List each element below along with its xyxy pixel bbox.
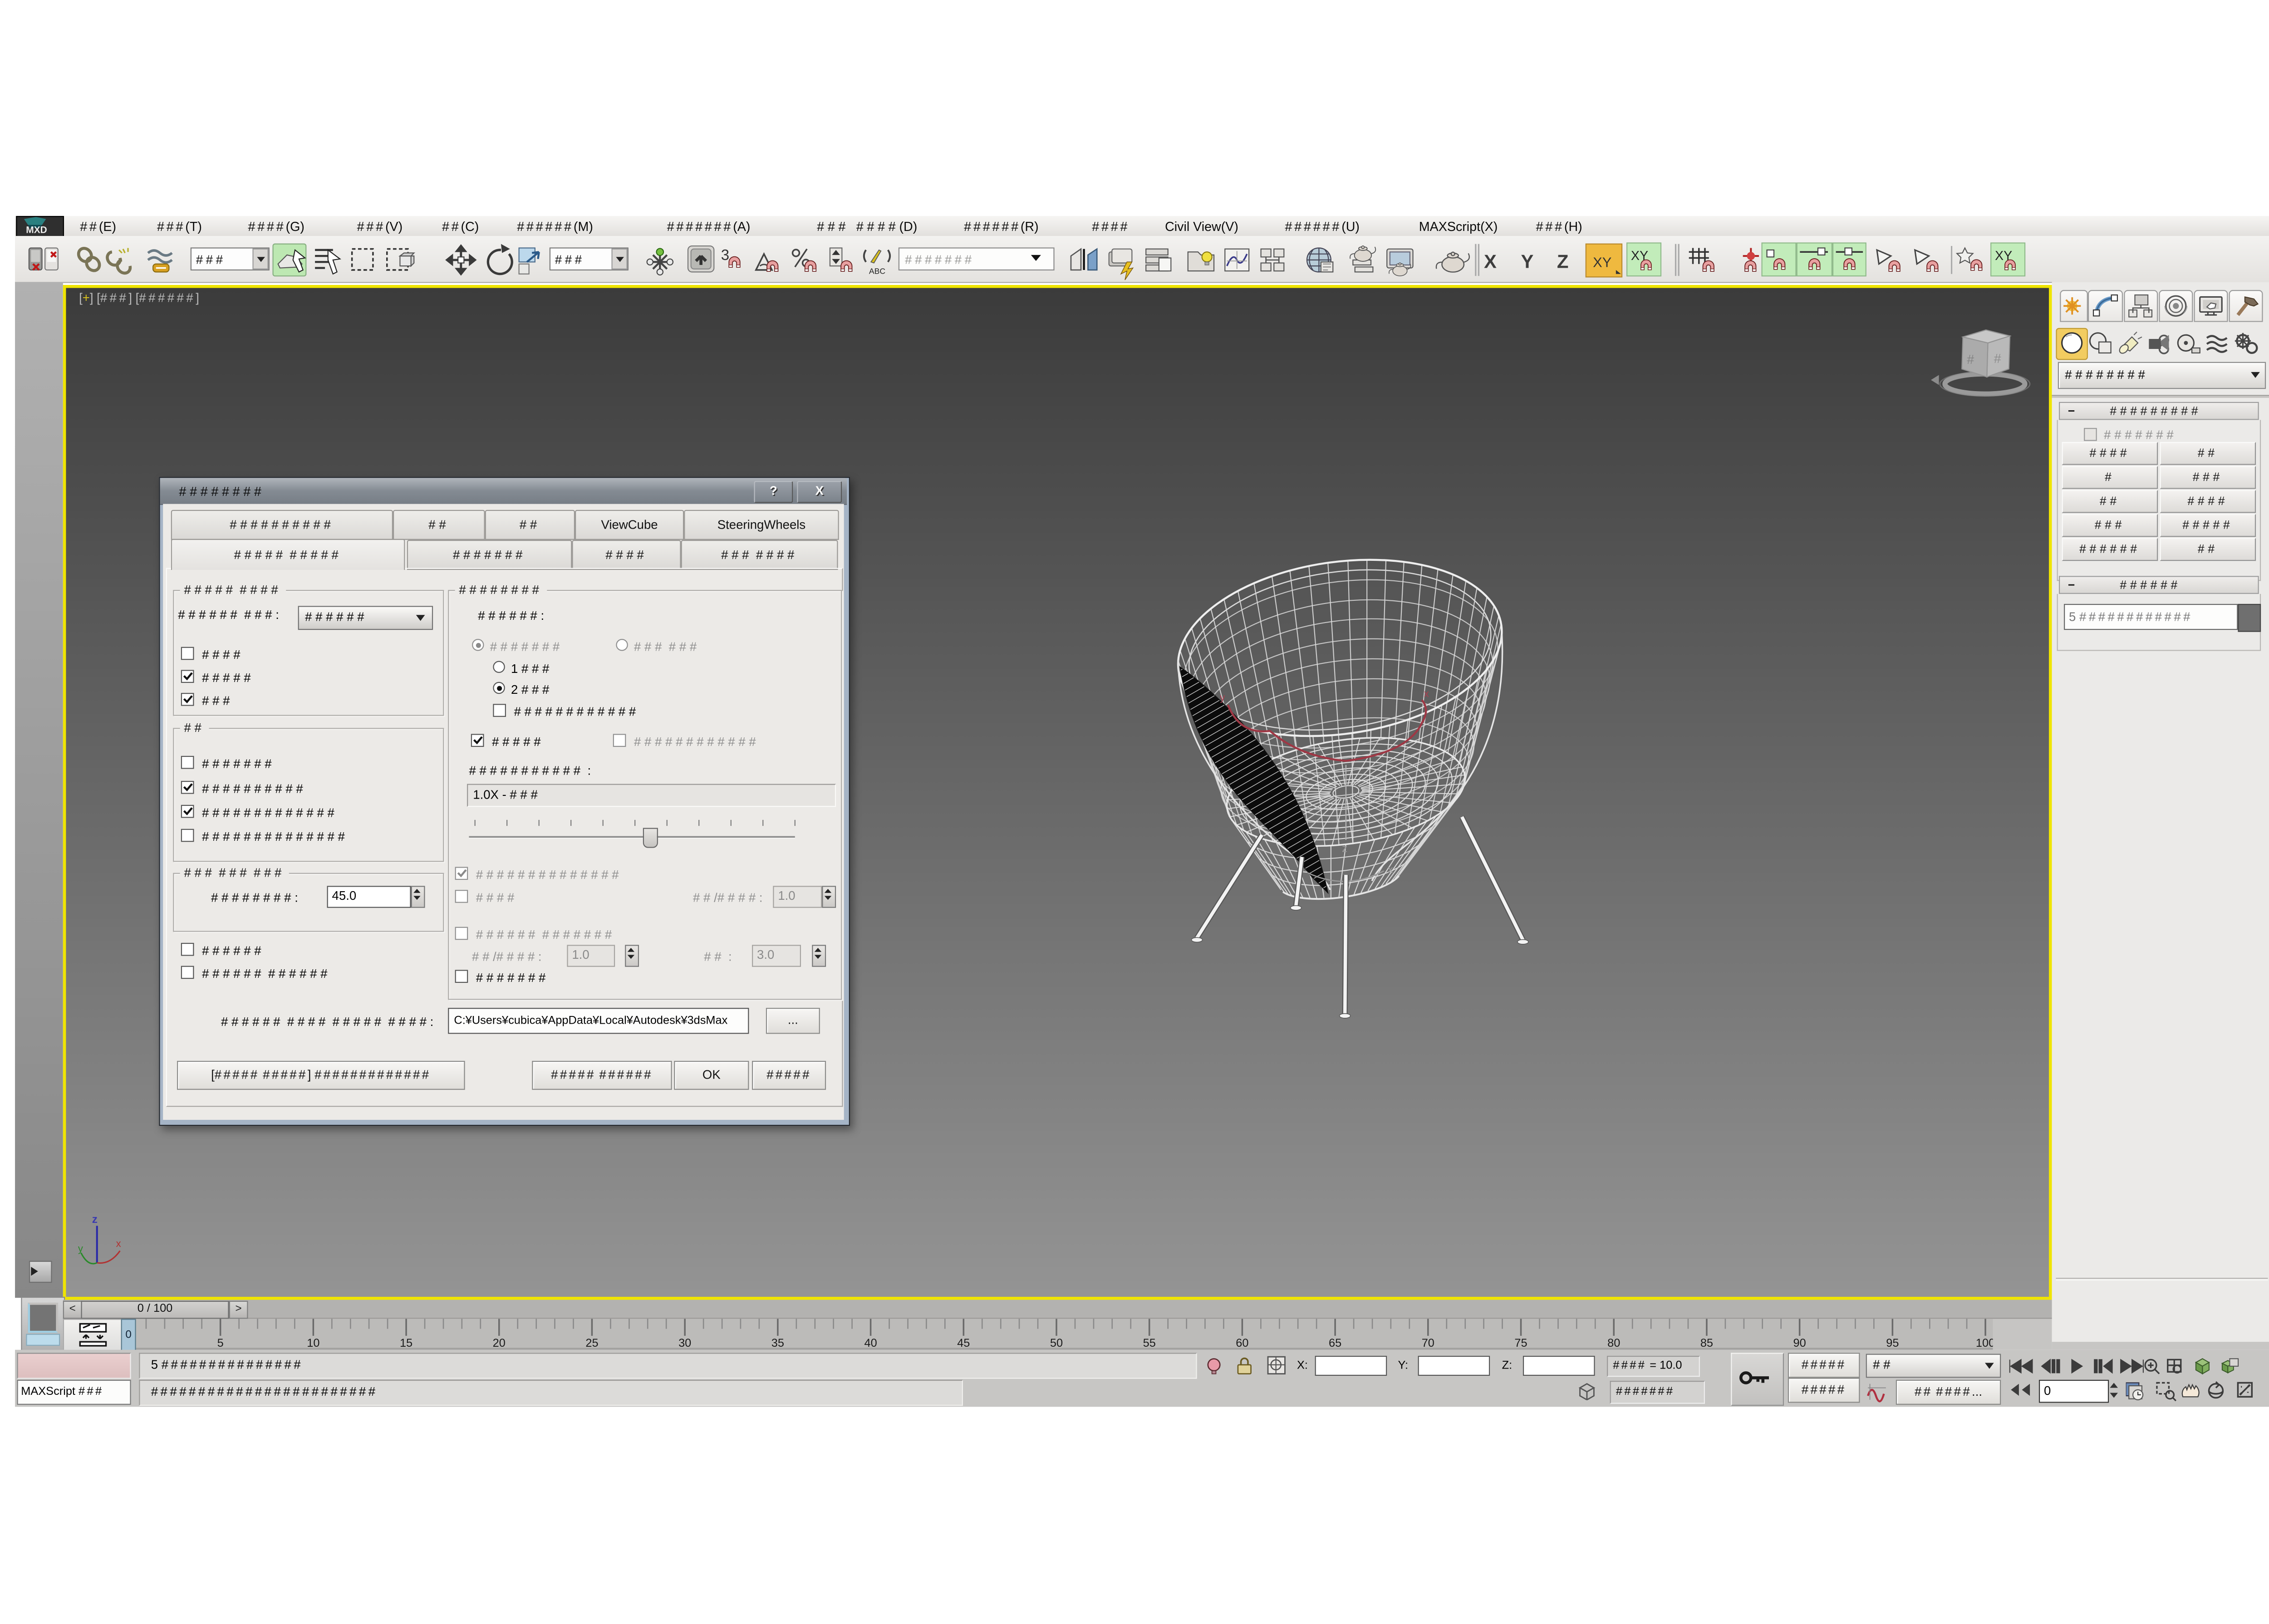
svg-text:z: z — [1342, 842, 1347, 854]
svg-text:###: ### — [555, 253, 585, 267]
svg-text:75: 75 — [1514, 1337, 1527, 1349]
svg-text:x: x — [116, 1238, 121, 1249]
svg-text:60: 60 — [1236, 1337, 1248, 1349]
svg-text:x: x — [1424, 688, 1429, 699]
svg-text:y: y — [78, 1243, 83, 1254]
svg-text:70: 70 — [1422, 1337, 1434, 1349]
svg-text:3: 3 — [721, 247, 729, 264]
svg-text:10: 10 — [307, 1337, 319, 1349]
svg-text:25: 25 — [585, 1337, 598, 1349]
svg-text:Z: Z — [1557, 251, 1569, 272]
svg-text:15: 15 — [400, 1337, 413, 1349]
svg-text:5: 5 — [217, 1337, 224, 1349]
svg-text:x: x — [1388, 864, 1393, 875]
svg-text:50: 50 — [1050, 1337, 1063, 1349]
svg-text:XY: XY — [1593, 254, 1611, 270]
svg-text:X: X — [1484, 251, 1497, 272]
svg-text:Y: Y — [1521, 251, 1534, 272]
svg-text:45: 45 — [957, 1337, 970, 1349]
svg-text:40: 40 — [864, 1337, 877, 1349]
svg-text:90: 90 — [1793, 1337, 1806, 1349]
svg-text:###: ### — [196, 253, 226, 267]
svg-text:100: 100 — [1976, 1337, 1993, 1349]
svg-text:#: # — [1994, 352, 2001, 366]
svg-text:20: 20 — [493, 1337, 506, 1349]
svg-text:ABC: ABC — [869, 267, 885, 276]
svg-text:55: 55 — [1143, 1337, 1156, 1349]
svg-text:80: 80 — [1607, 1337, 1620, 1349]
svg-text:35: 35 — [771, 1337, 784, 1349]
svg-text:y: y — [1220, 692, 1225, 703]
svg-text:#######: ####### — [905, 253, 974, 267]
svg-text:MXD: MXD — [26, 225, 47, 235]
svg-text:#: # — [1967, 353, 1974, 367]
svg-text:95: 95 — [1886, 1337, 1899, 1349]
svg-text:z: z — [92, 1213, 98, 1226]
svg-text:85: 85 — [1700, 1337, 1713, 1349]
svg-text:30: 30 — [678, 1337, 691, 1349]
svg-text:65: 65 — [1329, 1337, 1341, 1349]
